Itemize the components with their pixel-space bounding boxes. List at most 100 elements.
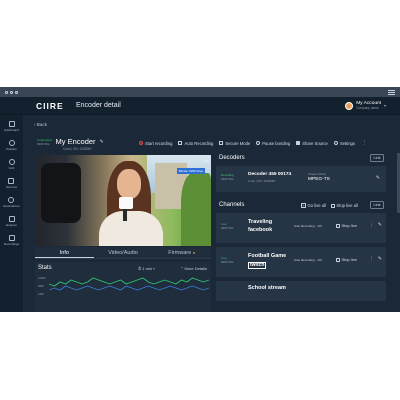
- secure-mode-checkbox[interactable]: Secure Mode: [219, 141, 250, 146]
- status-badge: Decoding 999h 59s: [221, 173, 234, 181]
- warning-icon: ●: [192, 250, 196, 255]
- stop-live-all-button[interactable]: Stop live all: [330, 203, 358, 208]
- y-axis-label: 5Mb: [38, 284, 44, 288]
- tab-label: Video/Audio: [108, 250, 138, 256]
- status-badge: Live 999h 59s: [221, 256, 233, 264]
- channel-bulk-actions: + Go live all Stop live all: [301, 203, 358, 208]
- sidebar-item-grid[interactable]: Grid: [8, 159, 15, 170]
- sidebar-item-label: Sources: [5, 185, 17, 189]
- time-range-value: 1 min: [142, 266, 153, 271]
- tab-label: Info: [59, 250, 69, 256]
- edit-icon[interactable]: ✎: [100, 139, 104, 145]
- decoders-link-button[interactable]: Link: [370, 154, 384, 162]
- app-window: CIIRE Encoder detail My Account Company …: [0, 87, 400, 312]
- start-recording-button[interactable]: Start recording: [139, 141, 172, 146]
- stream-mode-label: Stream Mode: [308, 172, 327, 176]
- encoder-serial: Cube | SN: 1030087: [63, 147, 92, 151]
- tab-firmware[interactable]: Firmware ●: [152, 247, 211, 258]
- page-title: Encoder detail: [76, 102, 121, 109]
- account-company: Company name: [356, 106, 379, 110]
- decoder-name: Decoder 455 00174: [248, 172, 292, 177]
- settings-button[interactable]: Settings: [333, 141, 355, 146]
- bitrate-badge: Bitrate: 6200 kbps: [176, 168, 205, 174]
- stats-panel: Stats ⏱ 1 min ▾ ⌃ More Details 10Mb 5Mb …: [35, 262, 211, 312]
- decoder-card[interactable]: Decoding 999h 59s Decoder 455 00174 Cube…: [216, 166, 386, 192]
- more-options-icon[interactable]: ⋮: [362, 140, 367, 146]
- more-options-icon[interactable]: ⋮: [369, 256, 374, 262]
- channel-card[interactable]: Live 999h 59s Traveling facebook Auto Re…: [216, 213, 386, 243]
- auto-recording-checkbox[interactable]: Auto Recording: [178, 141, 213, 146]
- detail-tabs: Info Video/Audio Firmware ●: [35, 247, 211, 259]
- sidebar-item-label: Engines: [6, 223, 17, 227]
- encoder-actions: Start recording Auto Recording Secure Mo…: [139, 140, 367, 146]
- sidebar-item-dashboard[interactable]: Dashboard: [4, 121, 19, 132]
- time-range-select[interactable]: ⏱ 1 min ▾: [138, 266, 155, 271]
- tab-info[interactable]: Info: [35, 247, 94, 258]
- channel-card[interactable]: Live 999h 59s Football Game twitch Auto …: [216, 247, 386, 277]
- window-dot-icon[interactable]: [15, 90, 18, 94]
- edit-icon[interactable]: ✎: [378, 256, 382, 262]
- more-options-icon[interactable]: ⋮: [369, 222, 374, 228]
- bitrate-chart: [49, 277, 209, 291]
- sidebar-item-pipeline[interactable]: Pipeline: [6, 140, 17, 151]
- go-live-all-button[interactable]: + Go live all: [301, 203, 326, 208]
- decoder-serial: Cube | SN: 1035689: [248, 179, 276, 183]
- start-recording-label: Start recording: [145, 140, 173, 146]
- chevron-down-icon: ▾: [383, 103, 386, 108]
- tab-video-audio[interactable]: Video/Audio: [94, 247, 153, 258]
- stop-icon: [336, 223, 340, 228]
- more-details-button[interactable]: ⌃ More Details: [180, 266, 207, 271]
- sidebar-item-label: Destinations: [3, 204, 20, 208]
- channels-link-button[interactable]: Link: [370, 201, 384, 209]
- back-link[interactable]: ‹ Back: [34, 122, 47, 127]
- chart-series-line: [49, 285, 209, 291]
- avatar: [345, 101, 354, 110]
- app-logo[interactable]: CIIRE: [36, 101, 66, 111]
- platform-logo: facebook: [248, 227, 273, 233]
- window-dot-icon[interactable]: [10, 90, 13, 94]
- channel-meta: Auto Recording · ON: [294, 224, 322, 228]
- stop-icon: [336, 257, 340, 262]
- checkbox-checked-icon: [296, 141, 301, 145]
- share-source-checkbox[interactable]: Share Source: [296, 141, 328, 146]
- auto-recording-label: Auto Recording: [184, 140, 214, 146]
- stop-live-label: Stop live: [341, 257, 357, 262]
- microphone-icon: [119, 197, 133, 209]
- pause-bonding-button[interactable]: Pause bonding: [256, 141, 290, 146]
- sidebar: Dashboard Pipeline Grid Sources Destinat…: [0, 115, 23, 312]
- checkbox-icon: [219, 141, 224, 145]
- sidebar-item-sources[interactable]: Sources: [6, 178, 17, 189]
- video-preview[interactable]: Bitrate: 6200 kbps Live: [35, 155, 211, 246]
- more-details-label: More Details: [184, 266, 207, 271]
- stop-live-button[interactable]: Stop live: [336, 257, 357, 262]
- account-menu[interactable]: My Account Company name ▾: [345, 101, 386, 110]
- sidebar-item-recordings[interactable]: Recordings: [4, 235, 19, 246]
- pause-icon: [256, 141, 261, 145]
- stop-live-all-label: Stop live all: [336, 203, 358, 208]
- top-bar: CIIRE Encoder detail My Account Company …: [0, 97, 400, 115]
- sidebar-item-destinations[interactable]: Destinations: [3, 197, 20, 208]
- globe-icon: [8, 159, 15, 165]
- channel-card[interactable]: School stream: [216, 281, 386, 301]
- stop-live-button[interactable]: Stop live: [336, 223, 357, 228]
- live-badge: Live: [203, 159, 209, 163]
- status-duration: 999h 59s: [37, 141, 50, 146]
- secure-mode-label: Secure Mode: [225, 140, 251, 146]
- grid-icon: [8, 121, 15, 127]
- sidebar-item-label: Grid: [8, 166, 15, 170]
- channel-name: School stream: [248, 285, 286, 291]
- status-duration: 999h 59s: [221, 226, 234, 230]
- sidebar-item-engines[interactable]: Engines: [6, 216, 17, 227]
- checkbox-icon: [178, 141, 183, 145]
- stats-title: Stats: [38, 265, 52, 271]
- stop-live-label: Stop live: [341, 223, 357, 228]
- hamburger-menu-icon[interactable]: [388, 89, 395, 95]
- edit-icon[interactable]: ✎: [376, 175, 380, 181]
- plus-icon: +: [301, 203, 306, 208]
- decoders-title: Decoders: [219, 155, 245, 161]
- window-dot-icon[interactable]: [5, 90, 8, 94]
- edit-icon[interactable]: ✎: [378, 222, 382, 228]
- encoder-name: My Encoder: [55, 137, 96, 146]
- go-live-all-label: Go live all: [307, 203, 326, 208]
- gear-icon: [333, 141, 338, 145]
